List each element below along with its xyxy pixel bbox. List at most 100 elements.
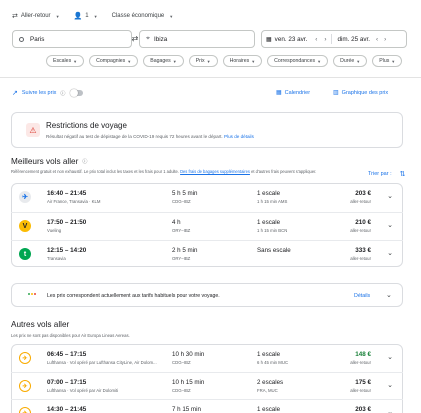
filter-chip-duration[interactable]: Durée ▼ [333, 55, 368, 67]
flight-duration: 7 h 15 min [172, 406, 201, 413]
cabin-class-select[interactable]: Classe économique ▼ [112, 13, 174, 19]
flight-duration: 4 h [172, 219, 181, 226]
calendar-icon: ▦ [266, 36, 272, 43]
airline-logo-icon: V [19, 220, 31, 232]
chevron-down-icon[interactable]: ⌄ [387, 353, 393, 361]
depart-prev-icon[interactable]: ‹ [315, 36, 317, 43]
section-divider [0, 77, 421, 78]
filter-chip-times[interactable]: Horaires ▼ [222, 55, 263, 67]
filter-chip-airlines[interactable]: Compagnies ▼ [89, 55, 139, 67]
sort-control[interactable]: Trier par : ⇅ [368, 170, 406, 178]
return-prev-icon[interactable]: ‹ [376, 36, 378, 43]
info-icon[interactable]: ⓘ [60, 90, 65, 97]
chevron-down-icon[interactable]: ⌄ [387, 381, 393, 389]
depart-date[interactable]: ven. 23 avr. [275, 36, 308, 43]
filter-chip-connections[interactable]: Correspondances ▼ [267, 55, 329, 67]
flight-row[interactable]: ✈ 06:45 – 17:15 Lufthansa · Vol opéré par … [11, 345, 403, 372]
travel-restrictions-card: ⚠ Restrictions de voyage Résultat négati… [11, 112, 403, 148]
flight-airline: Vueling [47, 228, 62, 233]
return-next-icon[interactable]: › [384, 36, 386, 43]
flight-duration: 5 h 5 min [172, 190, 198, 197]
bar-chart-icon: ▥ [333, 90, 339, 96]
flight-row[interactable]: ✈ 14:30 – 21:45 7 h 15 min 1 escale 203 € ⌄ [11, 399, 403, 413]
best-flights-note-text: Référencement gratuit et non exhaustif. … [11, 169, 179, 174]
filter-chip-more[interactable]: Plus ▼ [372, 55, 403, 67]
flight-price: 203 € [355, 406, 371, 413]
flight-stops: 2 escales [257, 379, 284, 386]
flight-row[interactable]: ✈ 16:40 – 21:45 Air France, Transavia · KL… [11, 184, 403, 211]
return-date[interactable]: dim. 25 avr. [337, 36, 370, 43]
passengers-select[interactable]: 👤 1 ▼ [74, 12, 98, 20]
flight-price-type: aller-retour [350, 388, 371, 393]
chevron-down-icon[interactable]: ⌄ [387, 221, 393, 229]
dropdown-caret-icon: ▼ [93, 13, 98, 19]
date-range-field[interactable]: ▦ ven. 23 avr. ‹ › dim. 25 avr. ‹ › [261, 30, 407, 48]
info-icon[interactable]: ⓘ [82, 158, 87, 165]
other-flights-note: Les prix ne sont pas disponibles pour Ai… [11, 333, 130, 338]
price-graph-label: Graphique des prix [341, 89, 389, 96]
depart-next-icon[interactable]: › [324, 36, 326, 43]
flight-times: 16:40 – 21:45 [47, 190, 87, 197]
price-insight-card: Les prix correspondent actuellement aux … [11, 283, 403, 307]
restrictions-details-link[interactable]: Plus de détails [224, 134, 254, 139]
flight-stop-detail: FRA, MUC [257, 388, 278, 393]
flight-times: 17:50 – 21:50 [47, 219, 87, 226]
best-flights-note-text2: et d'autres frais peuvent s'appliquer. [251, 169, 317, 174]
date-separator [331, 34, 333, 44]
flight-times: 07:00 – 17:15 [47, 379, 87, 386]
chevron-down-icon[interactable]: ⌄ [386, 291, 392, 299]
filter-chip-bags[interactable]: Bagages ▼ [143, 55, 184, 67]
calendar-button[interactable]: ▦ Calendrier [276, 89, 311, 97]
flight-route: CDG–IBZ [172, 360, 191, 365]
filter-chip-stops[interactable]: Escales ▼ [46, 55, 85, 67]
dropdown-caret-icon: ▼ [356, 58, 361, 64]
flight-stop-detail: 1 h 15 min BCN [257, 228, 288, 233]
other-flights-title: Autres vols aller [11, 320, 70, 329]
filter-label: Correspondances [274, 58, 316, 64]
price-insight-details[interactable]: Détails [354, 293, 370, 299]
flight-price: 210 € [355, 219, 371, 226]
swap-arrows-icon: ⇄ [12, 13, 18, 20]
filter-label: Bagages [150, 58, 171, 64]
filter-label: Plus [379, 58, 390, 64]
restrictions-text: Résultat négatif au test de dépistage de… [46, 134, 223, 139]
sort-icon: ⇅ [399, 171, 406, 178]
dropdown-caret-icon: ▼ [251, 58, 256, 64]
flight-route: ORY–IBZ [172, 256, 191, 261]
airline-logo-icon: ✈ [19, 191, 31, 203]
dropdown-caret-icon: ▼ [172, 58, 177, 64]
flight-price-type: aller-retour [350, 199, 371, 204]
flight-times: 14:30 – 21:45 [47, 406, 87, 413]
flight-duration: 2 h 5 min [172, 247, 198, 254]
flight-price: 148 € [355, 351, 371, 358]
flight-stops: 1 escale [257, 351, 281, 358]
flight-price: 175 € [355, 379, 371, 386]
dropdown-caret-icon: ▼ [206, 58, 211, 64]
trip-options-bar: ⇄ Aller-retour ▼ 👤 1 ▼ Classe économique… [12, 12, 173, 20]
price-graph-button[interactable]: ▥ Graphique des prix [333, 89, 389, 97]
baggage-fees-link[interactable]: Des frais de bagages supplémentaires [180, 169, 250, 174]
filter-chip-price[interactable]: Prix ▼ [188, 55, 218, 67]
trend-icon: ↗ [12, 90, 18, 97]
origin-value: Paris [30, 35, 45, 43]
location-pin-icon: ⌖ [146, 35, 150, 42]
track-prices-toggle[interactable] [70, 89, 84, 97]
filter-label: Horaires [229, 58, 250, 64]
flight-stops: 1 escale [257, 406, 281, 413]
origin-field[interactable]: Paris [12, 30, 132, 48]
chevron-down-icon[interactable]: ⌄ [387, 249, 393, 257]
calendar-label: Calendrier [284, 89, 311, 96]
flight-row[interactable]: V 17:50 – 21:50 Vueling 4 h ORY–IBZ 1 escale 1… [11, 212, 403, 239]
trip-type-select[interactable]: ⇄ Aller-retour ▼ [12, 12, 60, 20]
flight-row[interactable]: t 12:15 – 14:20 Transavia 2 h 5 min ORY–IBZ S… [11, 240, 403, 267]
destination-field[interactable]: ⌖ Ibiza [139, 30, 255, 48]
best-flights-header: Meilleurs vols aller ⓘ [11, 157, 87, 166]
price-dots-icon [28, 293, 36, 295]
flight-row[interactable]: ✈ 07:00 – 17:15 Lufthansa · Vol opéré par … [11, 372, 403, 399]
flight-airline: Lufthansa · Vol opéré par Air Dolomiti [47, 388, 119, 393]
best-flights-title: Meilleurs vols aller [11, 157, 79, 166]
chevron-down-icon[interactable]: ⌄ [387, 192, 393, 200]
chevron-down-icon[interactable]: ⌄ [387, 408, 393, 413]
filter-label: Durée [340, 58, 355, 64]
flight-stops: 1 escale [257, 190, 281, 197]
